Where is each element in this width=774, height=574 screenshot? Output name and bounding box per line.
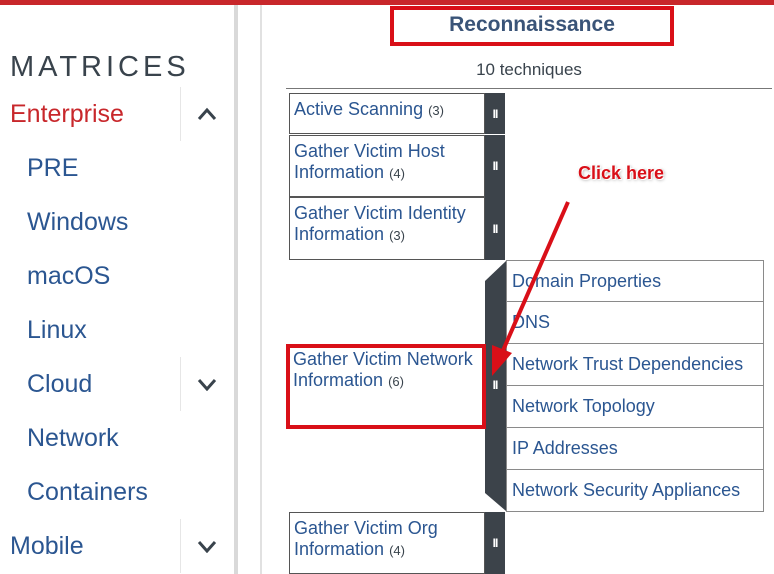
technique-name: Gather Victim Host Information <box>294 141 445 182</box>
sidebar-item-linux[interactable]: Linux <box>0 303 232 357</box>
expand-handle[interactable]: II <box>485 197 505 260</box>
subtechnique-count: (4) <box>389 543 405 558</box>
expand-handle[interactable]: II <box>485 93 505 134</box>
subtechnique-network-trust-dependencies[interactable]: Network Trust Dependencies <box>506 344 764 386</box>
sidebar-item-label: Network <box>27 424 119 452</box>
sidebar-item-label: PRE <box>27 154 79 182</box>
technique-gather-victim-identity-information[interactable]: Gather Victim Identity Information (3) <box>289 197 485 260</box>
subtechnique-count: (4) <box>389 166 405 181</box>
sidebar-item-label: Enterprise <box>10 100 124 128</box>
chevron-down-icon[interactable] <box>180 519 232 573</box>
sidebar-item-label: Mobile <box>10 532 84 560</box>
subtechnique-domain-properties[interactable]: Domain Properties <box>506 260 764 302</box>
subtechnique-count: (3) <box>389 228 405 243</box>
technique-name: Gather Victim Org Information <box>294 518 438 559</box>
chevron-down-icon[interactable] <box>180 357 232 411</box>
column-header-divider <box>286 88 772 89</box>
technique-count: 10 techniques <box>476 60 582 79</box>
sidebar-item-label: Containers <box>27 478 148 506</box>
technique-gather-victim-host-information[interactable]: Gather Victim Host Information (4) <box>289 135 485 197</box>
sidebar-item-cloud[interactable]: Cloud <box>0 357 232 411</box>
sidebar-item-label: Linux <box>27 316 87 344</box>
sidebar-item-containers[interactable]: Containers <box>0 465 232 519</box>
content-divider <box>260 5 262 574</box>
sidebar-item-mobile[interactable]: Mobile <box>0 519 232 573</box>
technique-gather-victim-org-information[interactable]: Gather Victim Org Information (4) <box>289 512 485 574</box>
sidebar-divider <box>234 5 238 574</box>
tactic-title[interactable]: Reconnaissance <box>390 6 674 46</box>
technique-name: Active Scanning <box>294 99 424 119</box>
technique-name: Gather Victim Identity Information <box>294 203 466 244</box>
sidebar-item-pre[interactable]: PRE <box>0 141 232 195</box>
sidebar-item-windows[interactable]: Windows <box>0 195 232 249</box>
sidebar-item-label: Cloud <box>27 370 93 398</box>
expand-handle[interactable]: II <box>485 512 505 574</box>
expand-handle[interactable]: II <box>485 370 505 400</box>
sidebar-title: MATRICES <box>10 51 190 83</box>
subtechnique-ip-addresses[interactable]: IP Addresses <box>506 428 764 470</box>
chevron-up-icon[interactable] <box>180 87 232 141</box>
subtechnique-count: (3) <box>428 103 444 118</box>
subtechnique-network-security-appliances[interactable]: Network Security Appliances <box>506 470 764 512</box>
sidebar-item-network[interactable]: Network <box>0 411 232 465</box>
sidebar-item-macos[interactable]: macOS <box>0 249 232 303</box>
click-here-annotation: Click here <box>578 163 665 183</box>
matrices-sidebar: MATRICES Enterprise PRE Windows macOS Li… <box>0 5 236 574</box>
sidebar-item-enterprise[interactable]: Enterprise <box>0 87 232 141</box>
subtechnique-network-topology[interactable]: Network Topology <box>506 386 764 428</box>
sidebar-item-label: Windows <box>27 208 129 236</box>
sidebar-item-label: macOS <box>27 262 111 290</box>
technique-active-scanning[interactable]: Active Scanning (3) <box>289 93 485 134</box>
highlight-box <box>286 344 486 429</box>
expand-handle[interactable]: II <box>485 135 505 197</box>
subtechnique-dns[interactable]: DNS <box>506 302 764 344</box>
